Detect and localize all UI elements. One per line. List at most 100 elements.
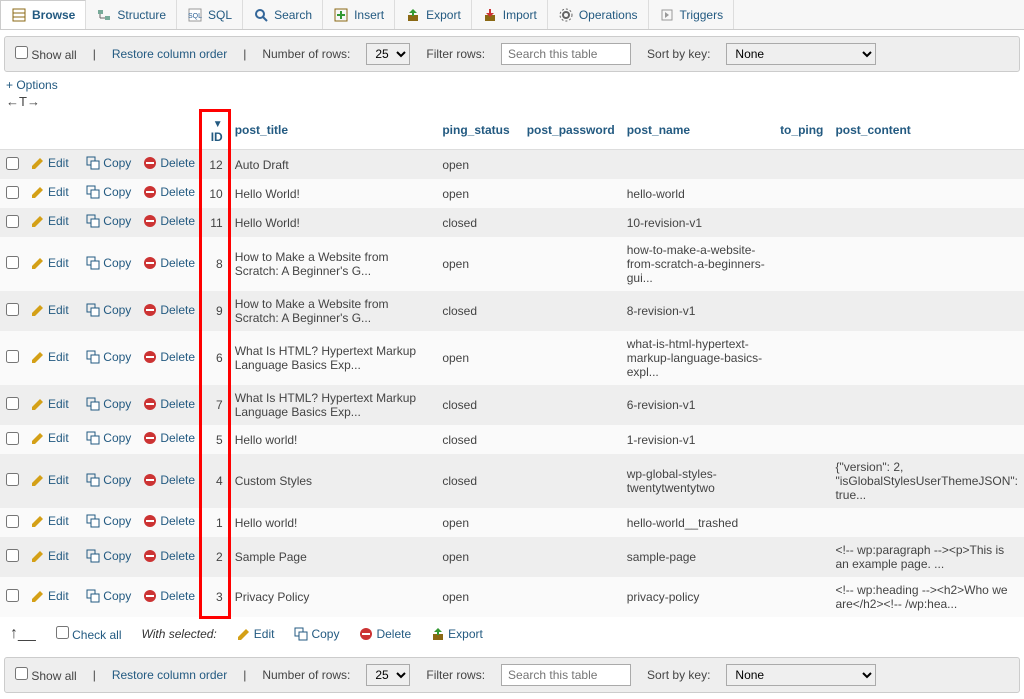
cell-ping-status[interactable]: open: [436, 577, 520, 617]
cell-post-name[interactable]: hello-world: [621, 179, 774, 208]
tab-sql[interactable]: SQLSQL: [177, 0, 243, 29]
copy-button[interactable]: Copy: [86, 156, 131, 170]
tab-structure[interactable]: Structure: [86, 0, 177, 29]
sortkey-select[interactable]: None: [726, 43, 876, 65]
copy-button[interactable]: Copy: [86, 549, 131, 563]
cell-post-title[interactable]: Hello world!: [229, 425, 437, 454]
options-link[interactable]: + Options: [0, 74, 64, 96]
cell-post-password[interactable]: [521, 425, 621, 454]
cell-post-password[interactable]: [521, 291, 621, 331]
cell-to-ping[interactable]: [774, 508, 829, 537]
cell-post-content[interactable]: <!-- wp:paragraph --><p>This is an examp…: [829, 537, 1024, 577]
cell-id[interactable]: 5: [201, 425, 229, 454]
cell-to-ping[interactable]: [774, 331, 829, 385]
col-id[interactable]: ▼ ID: [201, 111, 229, 150]
sortkey-select-bottom[interactable]: None: [726, 664, 876, 686]
cell-ping-status[interactable]: open: [436, 508, 520, 537]
cell-to-ping[interactable]: [774, 291, 829, 331]
cell-post-content[interactable]: [829, 150, 1024, 180]
cell-post-title[interactable]: Auto Draft: [229, 150, 437, 180]
copy-button[interactable]: Copy: [86, 397, 131, 411]
delete-button[interactable]: Delete: [143, 156, 195, 170]
edit-button[interactable]: Edit: [31, 214, 69, 228]
delete-button[interactable]: Delete: [143, 214, 195, 228]
cell-post-name[interactable]: what-is-html-hypertext-markup-language-b…: [621, 331, 774, 385]
cell-post-content[interactable]: [829, 237, 1024, 291]
col-post-name[interactable]: post_name: [621, 111, 774, 150]
restore-column-order-bottom[interactable]: Restore column order: [112, 668, 227, 682]
cell-post-content[interactable]: [829, 208, 1024, 237]
cell-id[interactable]: 1: [201, 508, 229, 537]
restore-column-order[interactable]: Restore column order: [112, 47, 227, 61]
cell-ping-status[interactable]: open: [436, 331, 520, 385]
tab-search[interactable]: Search: [243, 0, 323, 29]
cell-id[interactable]: 12: [201, 150, 229, 180]
cell-to-ping[interactable]: [774, 454, 829, 508]
delete-button[interactable]: Delete: [143, 549, 195, 563]
row-check[interactable]: [6, 473, 19, 486]
delete-button[interactable]: Delete: [143, 473, 195, 487]
tab-triggers[interactable]: Triggers: [649, 0, 735, 29]
numrows-select[interactable]: 25: [366, 43, 410, 65]
tab-browse[interactable]: Browse: [0, 0, 86, 29]
edit-button[interactable]: Edit: [31, 397, 69, 411]
edit-button[interactable]: Edit: [31, 256, 69, 270]
copy-button[interactable]: Copy: [86, 589, 131, 603]
copy-button[interactable]: Copy: [86, 350, 131, 364]
delete-button[interactable]: Delete: [143, 431, 195, 445]
cell-post-name[interactable]: how-to-make-a-website-from-scratch-a-beg…: [621, 237, 774, 291]
cell-id[interactable]: 10: [201, 179, 229, 208]
cell-post-content[interactable]: <!-- wp:heading --><h2>Who we are</h2><!…: [829, 577, 1024, 617]
copy-button[interactable]: Copy: [86, 185, 131, 199]
show-all-checkbox-bottom[interactable]: [15, 667, 28, 680]
cell-id[interactable]: 2: [201, 537, 229, 577]
cell-ping-status[interactable]: closed: [436, 208, 520, 237]
show-all-check[interactable]: Show all: [15, 46, 77, 62]
copy-button[interactable]: Copy: [86, 431, 131, 445]
edit-button[interactable]: Edit: [31, 350, 69, 364]
cell-to-ping[interactable]: [774, 425, 829, 454]
cell-post-password[interactable]: [521, 208, 621, 237]
cell-id[interactable]: 7: [201, 385, 229, 425]
delete-button[interactable]: Delete: [143, 303, 195, 317]
col-post-title[interactable]: post_title: [229, 111, 437, 150]
delete-button[interactable]: Delete: [143, 514, 195, 528]
delete-button[interactable]: Delete: [143, 256, 195, 270]
check-all[interactable]: Check all: [56, 626, 122, 642]
cell-id[interactable]: 8: [201, 237, 229, 291]
cell-ping-status[interactable]: closed: [436, 385, 520, 425]
numrows-select-bottom[interactable]: 25: [366, 664, 410, 686]
col-arrows[interactable]: ←T→: [0, 92, 1024, 111]
cell-post-title[interactable]: Privacy Policy: [229, 577, 437, 617]
check-all-box[interactable]: [56, 626, 69, 639]
row-check[interactable]: [6, 515, 19, 528]
tab-insert[interactable]: Insert: [323, 0, 395, 29]
edit-button[interactable]: Edit: [31, 303, 69, 317]
col-post-content[interactable]: post_content: [829, 111, 1024, 150]
cell-post-content[interactable]: [829, 179, 1024, 208]
cell-post-title[interactable]: Hello World!: [229, 179, 437, 208]
row-check[interactable]: [6, 549, 19, 562]
show-all-check-bottom[interactable]: Show all: [15, 667, 77, 683]
cell-id[interactable]: 3: [201, 577, 229, 617]
edit-button[interactable]: Edit: [31, 589, 69, 603]
cell-ping-status[interactable]: open: [436, 179, 520, 208]
delete-button[interactable]: Delete: [143, 185, 195, 199]
edit-button[interactable]: Edit: [31, 185, 69, 199]
delete-button[interactable]: Delete: [143, 589, 195, 603]
filter-input[interactable]: [501, 43, 631, 65]
cell-to-ping[interactable]: [774, 150, 829, 180]
filter-input-bottom[interactable]: [501, 664, 631, 686]
copy-button[interactable]: Copy: [86, 303, 131, 317]
row-check[interactable]: [6, 186, 19, 199]
cell-post-title[interactable]: Custom Styles: [229, 454, 437, 508]
copy-button[interactable]: Copy: [86, 256, 131, 270]
col-ping-status[interactable]: ping_status: [436, 111, 520, 150]
cell-post-name[interactable]: 10-revision-v1: [621, 208, 774, 237]
bulk-delete[interactable]: Delete: [359, 627, 411, 641]
cell-post-password[interactable]: [521, 454, 621, 508]
cell-post-password[interactable]: [521, 331, 621, 385]
cell-post-content[interactable]: [829, 385, 1024, 425]
cell-post-name[interactable]: 1-revision-v1: [621, 425, 774, 454]
cell-ping-status[interactable]: open: [436, 237, 520, 291]
